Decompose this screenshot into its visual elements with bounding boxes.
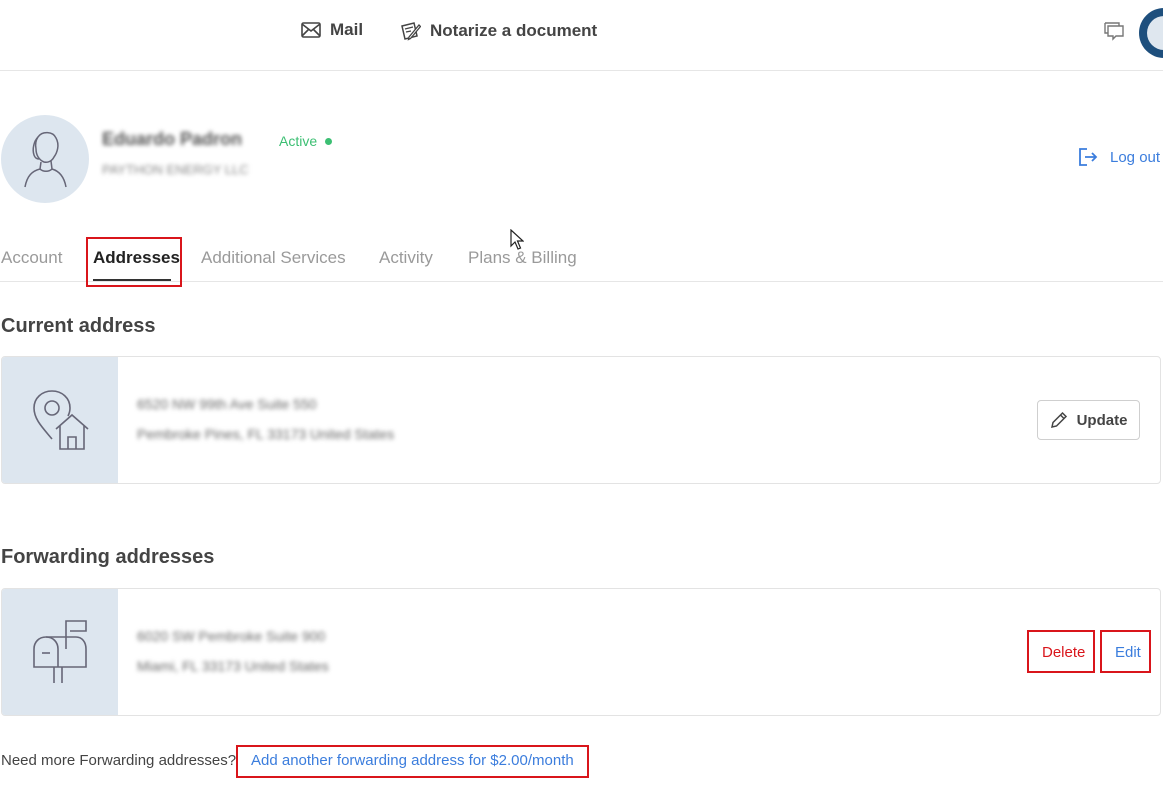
current-address-card: 6520 NW 99th Ave Suite 550 Pembroke Pine… xyxy=(1,356,1161,484)
logout-label: Log out xyxy=(1110,148,1161,166)
person-icon xyxy=(24,131,67,188)
envelope-icon xyxy=(301,22,321,38)
nav-mail-label: Mail xyxy=(330,20,364,39)
status-label: Active xyxy=(279,133,318,149)
current-address-line2: Pembroke Pines, FL 33173 United States xyxy=(137,426,395,442)
tab-account[interactable]: Account xyxy=(1,248,62,268)
status-dot-icon xyxy=(325,137,333,145)
update-address-button[interactable]: Update xyxy=(1037,400,1140,440)
mailbox-icon xyxy=(33,620,87,683)
profile-company: PAYTHON ENERGY LLC xyxy=(102,162,249,177)
logout-icon xyxy=(1079,148,1098,166)
profile-tabs: Account Addresses Additional Services Ac… xyxy=(0,236,1163,282)
chat-icon[interactable] xyxy=(1102,21,1126,48)
forwarding-addresses-title: Forwarding addresses xyxy=(1,546,215,568)
active-tab-indicator xyxy=(93,279,171,281)
logout-button[interactable]: Log out xyxy=(1078,148,1160,166)
more-forwarding-text: Need more Forwarding addresses? xyxy=(1,752,237,769)
current-address-line1: 6520 NW 99th Ave Suite 550 xyxy=(137,396,317,412)
forwarding-address-line2: Miami, FL 33173 United States xyxy=(137,658,329,674)
location-home-icon xyxy=(33,390,89,450)
status-badge: Active xyxy=(279,133,333,149)
update-label: Update xyxy=(1076,411,1128,429)
edit-forwarding-button[interactable]: Edit xyxy=(1115,644,1141,661)
top-navigation: Mail Notarize a document xyxy=(0,0,1163,71)
profile-name: Eduardo Padron xyxy=(102,129,243,149)
tab-activity[interactable]: Activity xyxy=(379,248,433,268)
tab-plans-billing[interactable]: Plans & Billing xyxy=(468,248,577,268)
profile-avatar xyxy=(1,115,89,203)
forwarding-address-line1: 6020 SW Pembroke Suite 900 xyxy=(137,628,326,644)
forwarding-address-icon-panel xyxy=(2,589,118,715)
current-address-icon-panel xyxy=(2,357,118,483)
tab-additional-services[interactable]: Additional Services xyxy=(201,248,346,268)
notarize-document-icon xyxy=(401,22,421,41)
current-address-title: Current address xyxy=(1,315,156,337)
nav-notarize[interactable]: Notarize a document xyxy=(399,20,597,42)
tab-addresses[interactable]: Addresses xyxy=(93,248,180,268)
nav-mail[interactable]: Mail xyxy=(301,20,363,40)
pencil-icon xyxy=(1050,411,1067,428)
delete-forwarding-button[interactable]: Delete xyxy=(1042,644,1085,661)
add-forwarding-address-link[interactable]: Add another forwarding address for $2.00… xyxy=(251,752,574,769)
nav-notarize-label: Notarize a document xyxy=(430,21,598,40)
forwarding-address-card: 6020 SW Pembroke Suite 900 Miami, FL 331… xyxy=(1,588,1161,716)
user-avatar[interactable] xyxy=(1139,8,1163,58)
